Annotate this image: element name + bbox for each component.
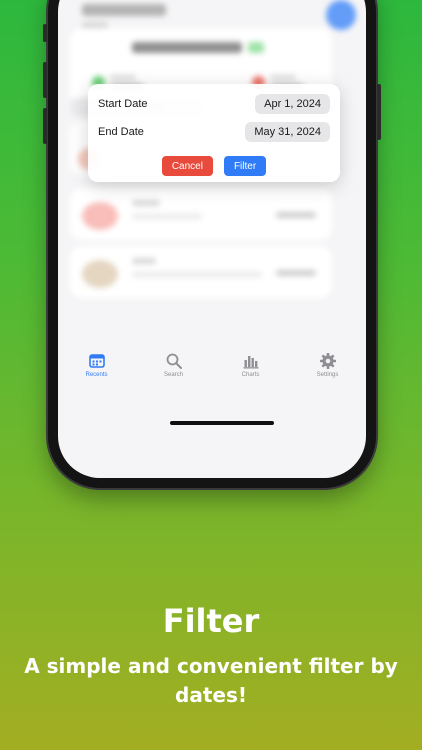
calendar-icon [88, 354, 105, 368]
end-date-row: End Date May 31, 2024 [98, 122, 330, 142]
app-screen: Start Date Apr 1, 2024 End Date May 31, … [58, 0, 366, 478]
volume-down-button [43, 108, 47, 144]
dialog-buttons: Cancel Filter [88, 156, 340, 176]
end-date-label: End Date [98, 126, 144, 138]
tab-label: Recents [85, 372, 108, 378]
tab-label: Search [163, 372, 183, 378]
end-date-picker[interactable]: May 31, 2024 [245, 122, 330, 142]
dim-overlay [58, 0, 366, 478]
tab-settings[interactable]: Settings [298, 352, 358, 388]
caption-title: Filter [162, 602, 260, 640]
bar-chart-icon [243, 356, 258, 369]
tab-label: Settings [316, 372, 339, 378]
phone-frame: Start Date Apr 1, 2024 End Date May 31, … [43, 0, 381, 488]
filter-button[interactable]: Filter [223, 156, 267, 176]
volume-up-button [43, 62, 47, 98]
start-date-picker[interactable]: Apr 1, 2024 [255, 94, 330, 114]
tab-bar: Recents Search Charts Settings [58, 352, 366, 388]
start-date-label: Start Date [98, 98, 148, 110]
start-date-row: Start Date Apr 1, 2024 [98, 94, 330, 114]
cancel-button[interactable]: Cancel [161, 156, 213, 176]
tab-charts[interactable]: Charts [221, 352, 281, 388]
date-filter-dialog: Start Date Apr 1, 2024 End Date May 31, … [88, 84, 340, 182]
search-icon [166, 353, 182, 369]
caption-subtitle: A simple and convenient filter by dates! [24, 654, 398, 707]
mute-switch [43, 24, 47, 42]
tab-label: Charts [241, 372, 260, 378]
gear-icon [319, 353, 336, 369]
home-indicator [170, 421, 274, 425]
power-button [377, 84, 381, 140]
tab-recents[interactable]: Recents [67, 352, 127, 388]
tab-search[interactable]: Search [144, 352, 204, 388]
